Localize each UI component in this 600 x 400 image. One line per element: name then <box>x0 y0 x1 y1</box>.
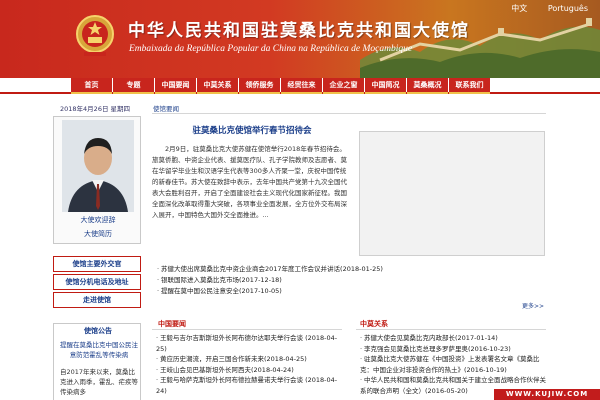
lang-portuguese-link[interactable]: Português <box>548 4 588 13</box>
nav-item: 经贸往来 <box>281 78 322 94</box>
nav-item: 莫桑概况 <box>407 78 448 94</box>
main-content: 使馆要闻 驻莫桑比克使馆举行春节招待会 2月9日，驻莫桑比克大使苏健在使馆举行2… <box>152 98 548 400</box>
diplomats-button[interactable]: 使馆主要外交官 <box>53 256 141 272</box>
language-switcher: 中文 Português <box>493 3 588 14</box>
nav-item: 首页 <box>71 78 112 94</box>
main-nav: 首页 专题 中国要闻 中莫关系 领侨服务 经贸往来 企业之窗 中国简况 莫桑概况… <box>0 78 600 94</box>
list-item[interactable]: · 驻莫桑比克大使苏健在《中国投资》上发表署名文章《莫桑比克：中国企业对非投资合作… <box>360 354 548 375</box>
nav-mozambique-overview[interactable]: 莫桑概况 <box>407 78 448 93</box>
notice-link[interactable]: 提醒在莫桑比克中国公民注意防范霍乱等传染病 <box>60 340 138 360</box>
nav-item: 中莫关系 <box>197 78 238 94</box>
nav-relations[interactable]: 中莫关系 <box>197 78 238 93</box>
site-subtitle: Embaixada da República Popular da China … <box>129 44 413 54</box>
divider <box>152 329 342 330</box>
notice-body: 自2017年来以来，莫桑比克进入雨季，霍乱、疟疾等传染病多 <box>60 368 138 396</box>
list-item[interactable]: · 提醒在莫中国公民注意安全(2017-10-05) <box>157 286 547 297</box>
divider <box>356 329 546 330</box>
nav-topics[interactable]: 专题 <box>113 78 154 93</box>
left-column: 2018年4月26日 星期四 大使欢迎辞 大使简历 使馆主要外交官 使馆分机电话… <box>53 98 141 400</box>
notice-title: 使馆公告 <box>84 327 112 335</box>
article-image[interactable] <box>359 131 545 256</box>
list-item[interactable]: · 银联国际进入莫桑比克市场(2017-12-18) <box>157 275 547 286</box>
list-item[interactable]: · 苏健大使会见莫桑比克内政部长(2017-01-14) <box>360 333 548 344</box>
list-item[interactable]: · 黄应历史潮流，开启三国合作新未来(2018-04-25) <box>156 354 344 365</box>
nav-home[interactable]: 首页 <box>71 78 112 93</box>
nav-china-news[interactable]: 中国要闻 <box>155 78 196 93</box>
notice-panel: 使馆公告 提醒在莫桑比克中国公民注意防范霍乱等传染病 自2017年来以来，莫桑比… <box>53 323 141 400</box>
nav-consular[interactable]: 领侨服务 <box>239 78 280 93</box>
nav-item: 企业之窗 <box>323 78 364 94</box>
current-date: 2018年4月26日 星期四 <box>60 105 131 113</box>
china-news-title: 中国要闻 <box>158 320 186 328</box>
nav-enterprise[interactable]: 企业之窗 <box>323 78 364 93</box>
relations-title: 中莫关系 <box>360 320 388 328</box>
relations-list: · 苏健大使会见莫桑比克内政部长(2017-01-14) · 李克强会见莫桑比克总理… <box>360 333 548 396</box>
nav-trade[interactable]: 经贸往来 <box>281 78 322 93</box>
nav-item: 中国简况 <box>365 78 406 94</box>
list-item[interactable]: · 王毅与吉尔吉斯斯坦外长阿布德尔达耶夫举行会谈 (2018-04-25) <box>156 333 344 354</box>
list-item[interactable]: · 李克强会见莫桑比克总理多罗萨里奥(2016-10-23) <box>360 344 548 355</box>
visit-embassy-button[interactable]: 走进使馆 <box>53 292 141 308</box>
ambassador-box: 大使欢迎辞 大使简历 <box>53 116 141 244</box>
nav-contact[interactable]: 联系我们 <box>449 78 490 93</box>
nav-item: 领侨服务 <box>239 78 280 94</box>
list-item[interactable]: · 王岐山会见巴基斯坦外长阿西夫(2018-04-24) <box>156 365 344 376</box>
more-link[interactable]: 更多>> <box>522 301 544 310</box>
ambassador-welcome-link[interactable]: 大使欢迎辞 <box>54 215 142 225</box>
article-summary: 2月9日，驻莫桑比克大使苏健在使馆举行2018年春节招待会。旅莫侨胞、中资企业代… <box>152 145 347 219</box>
ambassador-photo[interactable] <box>62 120 134 212</box>
lang-chinese-link[interactable]: 中文 <box>511 4 527 13</box>
list-item[interactable]: · 王毅与哈萨克斯坦外长阿布德拉赫曼诺夫举行会谈 (2018-04-24) <box>156 375 344 396</box>
national-emblem-icon <box>76 15 114 56</box>
nav-item: 中国要闻 <box>155 78 196 94</box>
page: 中华人民共和国驻莫桑比克共和国大使馆 Embaixada da Repúblic… <box>0 0 600 400</box>
news-list: · 苏健大使出席莫桑比克中资企业商会2017年度工作会议并讲话(2018-01-2… <box>157 264 547 297</box>
site-header: 中华人民共和国驻莫桑比克共和国大使馆 Embaixada da Repúblic… <box>0 0 600 78</box>
list-item[interactable]: · 苏健大使出席莫桑比克中资企业商会2017年度工作会议并讲话(2018-01-2… <box>157 264 547 275</box>
china-news-list: · 王毅与吉尔吉斯斯坦外长阿布德尔达耶夫举行会谈 (2018-04-25) · 黄应… <box>156 333 344 396</box>
divider <box>152 113 546 114</box>
site-watermark: WWW.KUJIW.COM <box>494 389 600 400</box>
nav-item: 联系我们 <box>449 78 490 94</box>
phone-address-button[interactable]: 使馆分机电话及地址 <box>53 274 141 290</box>
nav-china-overview[interactable]: 中国简况 <box>365 78 406 93</box>
ambassador-portrait-icon <box>62 120 134 212</box>
site-title: 中华人民共和国驻莫桑比克共和国大使馆 <box>128 21 470 41</box>
ambassador-bio-link[interactable]: 大使简历 <box>54 229 142 239</box>
headline-link[interactable]: 驻莫桑比克使馆举行春节招待会 <box>152 124 352 136</box>
breadcrumb[interactable]: 使馆要闻 <box>153 103 179 113</box>
nav-item: 专题 <box>113 78 154 94</box>
